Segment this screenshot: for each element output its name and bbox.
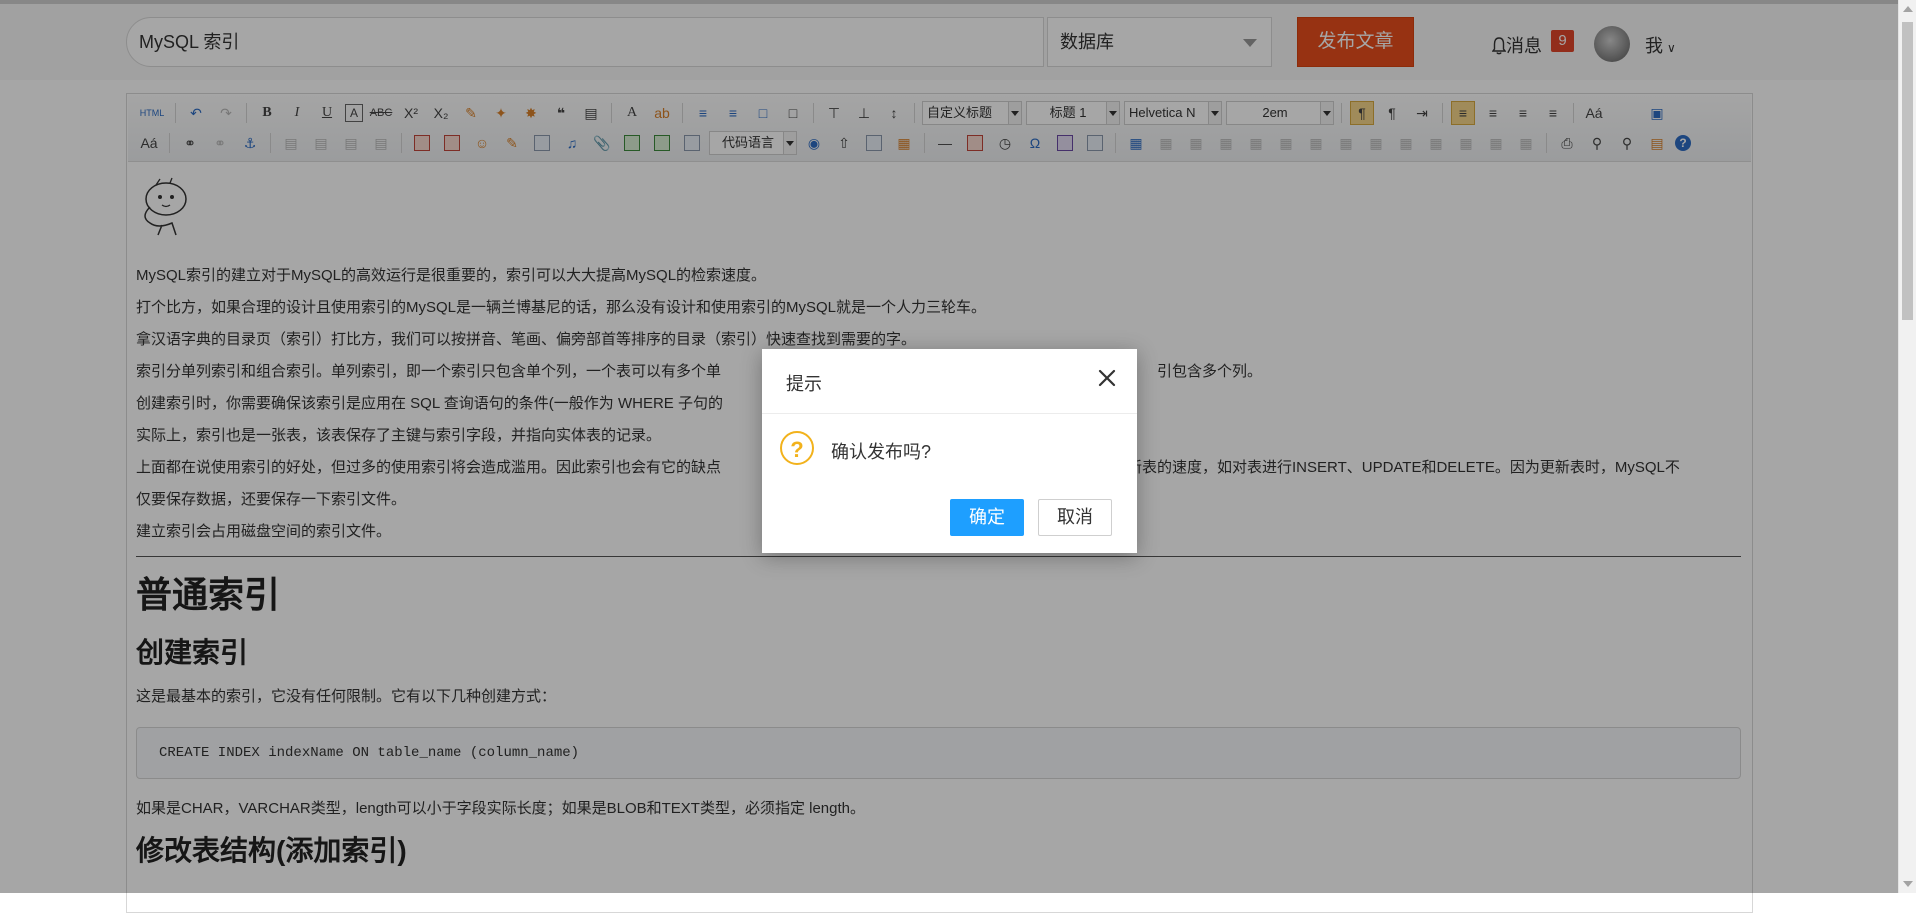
dialog-header: 提示 <box>762 349 1137 414</box>
cancel-button[interactable]: 取消 <box>1038 499 1112 536</box>
scroll-up-icon[interactable] <box>1903 6 1913 12</box>
confirm-dialog: 提示 ? 确认发布吗? 确定 取消 <box>762 349 1137 553</box>
scroll-thumb[interactable] <box>1902 22 1913 320</box>
dialog-message: 确认发布吗? <box>831 442 932 462</box>
dialog-title: 提示 <box>786 374 822 394</box>
page-scrollbar[interactable] <box>1898 0 1916 893</box>
scroll-down-icon[interactable] <box>1903 881 1913 887</box>
question-icon: ? <box>780 431 814 465</box>
confirm-button[interactable]: 确定 <box>950 499 1024 536</box>
close-icon[interactable] <box>1095 366 1119 390</box>
